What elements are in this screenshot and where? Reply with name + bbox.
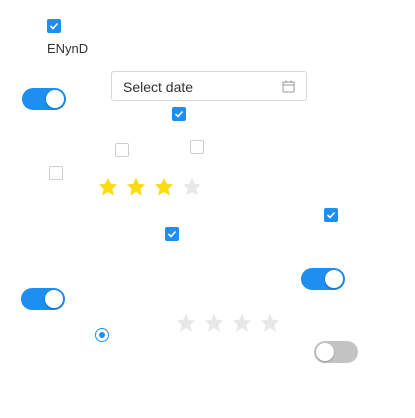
checkbox-3[interactable] [190,140,204,154]
toggle-2[interactable] [301,268,345,290]
star-rating-1[interactable] [97,176,203,198]
checkbox-6[interactable] [165,227,179,241]
checkbox-label: ENynD [47,41,89,56]
check-icon [326,211,336,219]
toggle-1[interactable] [22,88,66,110]
star-filled-icon[interactable] [97,176,119,198]
radio-dot [99,332,105,338]
calendar-icon [282,80,295,93]
toggle-3[interactable] [21,288,65,310]
star-empty-icon[interactable] [175,312,197,334]
star-filled-icon[interactable] [125,176,147,198]
radio-button[interactable] [95,328,109,342]
checkbox-5[interactable] [324,208,338,222]
check-icon [49,22,59,30]
star-empty-icon[interactable] [181,176,203,198]
star-rating-2[interactable] [175,312,281,334]
toggle-knob [46,90,64,108]
toggle-knob [325,270,343,288]
date-placeholder: Select date [123,79,194,95]
check-icon [174,110,184,118]
toggle-knob [316,343,334,361]
date-picker[interactable]: Select date [111,71,307,101]
toggle-4[interactable] [314,341,358,363]
star-filled-icon[interactable] [153,176,175,198]
checkbox-4[interactable] [49,166,63,180]
star-empty-icon[interactable] [231,312,253,334]
checkbox-1[interactable] [172,107,186,121]
star-empty-icon[interactable] [259,312,281,334]
checkbox-enynd[interactable] [47,19,61,33]
check-icon [167,230,177,238]
star-empty-icon[interactable] [203,312,225,334]
checkbox-2[interactable] [115,143,129,157]
toggle-knob [45,290,63,308]
